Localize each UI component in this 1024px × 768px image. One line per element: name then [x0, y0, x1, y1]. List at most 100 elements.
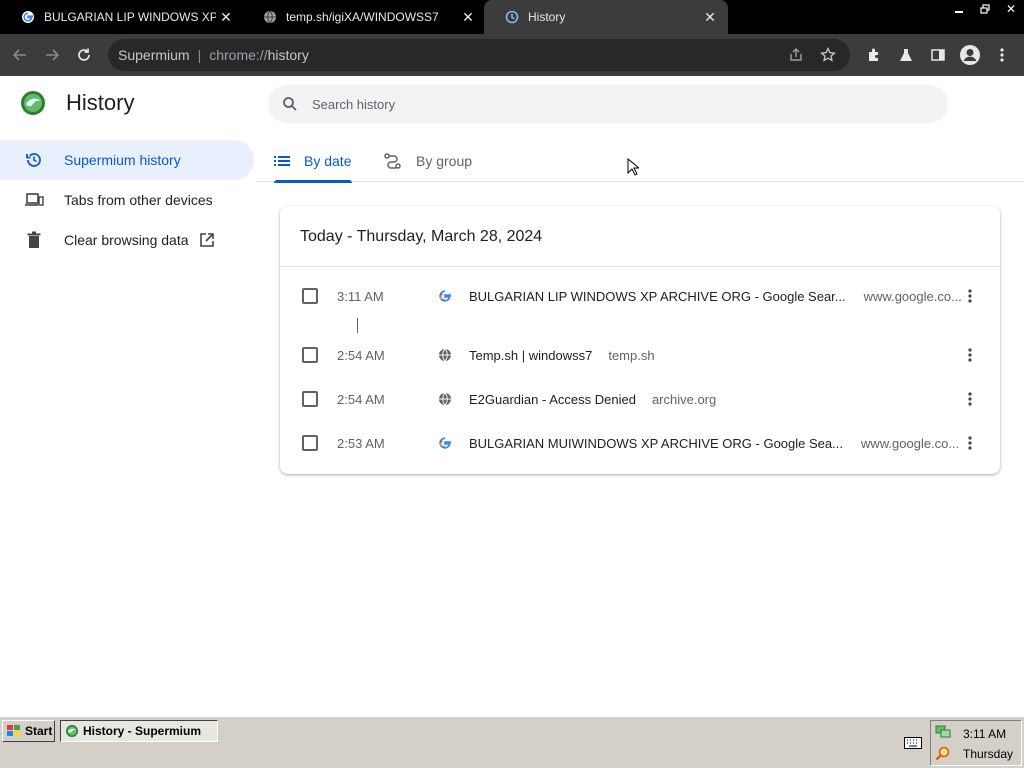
menu-kebab-icon[interactable]: [986, 34, 1018, 76]
forward-button[interactable]: [36, 39, 68, 71]
entry-domain: archive.org: [651, 391, 717, 407]
entry-title[interactable]: BULGARIAN LIP WINDOWS XP ARCHIVE ORG - G…: [469, 289, 962, 304]
history-row[interactable]: 2:54 AM E2Guardian - Access Denied archiv…: [280, 377, 1000, 421]
day-header: Today - Thursday, March 28, 2024: [300, 228, 543, 245]
windows-logo-icon: [7, 725, 20, 736]
supermium-logo-icon: [21, 91, 45, 115]
history-icon: [504, 9, 520, 25]
view-tabs: By date By group: [256, 140, 1024, 183]
clock-day: Thursday: [963, 747, 1014, 761]
share-icon[interactable]: [780, 39, 812, 71]
toolbar: Supermium | chrome://history: [0, 34, 1024, 76]
entry-domain: www.google.co...: [863, 288, 962, 304]
keyboard-icon[interactable]: [904, 737, 922, 749]
tab-title: temp.sh/igiXA/WINDOWSS7: [286, 10, 439, 24]
arrow-left-icon: [12, 49, 26, 61]
history-row[interactable]: 2:54 AM Temp.sh | windowss7 temp.sh: [280, 333, 1000, 377]
entry-title[interactable]: Temp.sh | windowss7 temp.sh: [469, 348, 655, 363]
sidebar-item-label: Clear browsing data: [64, 232, 189, 248]
tab-by-group[interactable]: By group: [384, 140, 472, 182]
close-icon[interactable]: ✕: [216, 7, 236, 27]
extensions-icon[interactable]: [858, 34, 890, 76]
start-button[interactable]: Start: [2, 720, 55, 742]
more-actions-icon[interactable]: [960, 389, 980, 409]
entry-domain: temp.sh: [608, 347, 655, 363]
history-row[interactable]: 3:11 AM BULGARIAN LIP WINDOWS XP ARCHIVE…: [280, 274, 1000, 318]
group-icon: [384, 153, 402, 169]
supermium-logo-icon: [66, 725, 78, 737]
text-cursor: [357, 318, 358, 333]
taskbar-item-history[interactable]: History - Supermium: [60, 720, 218, 742]
system-tray: 3:11 AM Thursday: [930, 720, 1022, 766]
entry-title[interactable]: E2Guardian - Access Denied archive.org: [469, 392, 716, 407]
sidebar-item-label: Supermium history: [64, 152, 181, 168]
open-external-icon: [199, 232, 215, 248]
entry-time: 2:54 AM: [337, 391, 385, 407]
task-label: History - Supermium: [83, 724, 202, 738]
divider: [280, 266, 1000, 267]
minimize-icon[interactable]: [946, 0, 972, 18]
address-bar[interactable]: Supermium | chrome://history: [108, 39, 850, 71]
restore-icon[interactable]: [972, 0, 998, 18]
more-actions-icon[interactable]: [960, 433, 980, 453]
mouse-cursor-icon: [627, 158, 639, 176]
history-card: Today - Thursday, March 28, 2024 3:11 AM…: [280, 206, 1000, 474]
history-page: History Supermium history Tabs from othe…: [0, 76, 1024, 716]
tab-by-date[interactable]: By date: [274, 140, 353, 183]
select-checkbox[interactable]: [302, 347, 318, 363]
globe-icon: [437, 347, 453, 363]
window-controls: ✕: [946, 0, 1024, 18]
history-row[interactable]: 2:53 AM BULGARIAN MUIWINDOWS XP ARCHIVE …: [280, 421, 1000, 465]
select-checkbox[interactable]: [302, 391, 318, 407]
globe-icon: [262, 9, 278, 25]
address-separator: |: [197, 47, 202, 63]
google-icon: [437, 435, 453, 451]
reload-icon: [78, 48, 90, 61]
close-icon[interactable]: ✕: [700, 7, 720, 27]
select-checkbox[interactable]: [302, 435, 318, 451]
close-window-icon[interactable]: ✕: [998, 0, 1024, 18]
tab-google-search[interactable]: BULGARIAN LIP WINDOWS XP ARCHIVE ORG - G…: [0, 0, 244, 34]
entry-time: 2:53 AM: [337, 435, 385, 451]
devices-icon: [24, 190, 44, 210]
clock-time: 3:11 AM: [963, 727, 1007, 741]
globe-icon: [437, 391, 453, 407]
taskbar: Start History - Supermium 3:11 AM Thursd…: [0, 716, 1024, 768]
reload-button[interactable]: [68, 39, 100, 71]
list-icon: [274, 154, 290, 168]
tab-title: BULGARIAN LIP WINDOWS XP ARCHIVE ORG - G…: [44, 10, 216, 24]
select-checkbox[interactable]: [302, 288, 318, 304]
url-text: chrome://history: [209, 47, 309, 63]
entry-domain: www.google.co...: [860, 435, 960, 451]
page-title: History: [66, 90, 135, 115]
tab-label: By group: [416, 153, 473, 169]
back-button[interactable]: [4, 39, 36, 71]
tab-temp-sh[interactable]: temp.sh/igiXA/WINDOWSS7 ✕: [242, 0, 486, 34]
search-input[interactable]: [312, 96, 912, 112]
sidebar-item-tabs-other-devices[interactable]: Tabs from other devices: [0, 180, 254, 220]
tab-label: By date: [304, 153, 352, 169]
trash-icon: [24, 230, 44, 250]
tab-history[interactable]: History ✕: [484, 0, 728, 34]
bookmark-star-icon[interactable]: [812, 39, 844, 71]
sidebar-item-clear-browsing-data[interactable]: Clear browsing data: [0, 220, 254, 260]
more-actions-icon[interactable]: [960, 286, 980, 306]
more-actions-icon[interactable]: [960, 345, 980, 365]
network-icon[interactable]: [935, 725, 951, 739]
search-icon: [268, 96, 312, 112]
tab-title: History: [528, 10, 566, 24]
labs-flask-icon[interactable]: [890, 34, 922, 76]
search-bar[interactable]: [268, 85, 948, 123]
tab-strip: BULGARIAN LIP WINDOWS XP ARCHIVE ORG - G…: [0, 0, 1024, 34]
profile-avatar-icon[interactable]: [954, 34, 986, 76]
start-label: Start: [25, 724, 53, 738]
sidebar-item-label: Tabs from other devices: [64, 192, 213, 208]
site-name: Supermium: [118, 47, 190, 63]
arrow-right-icon: [46, 49, 60, 61]
side-panel-icon[interactable]: [922, 34, 954, 76]
history-icon: [24, 150, 44, 170]
entry-title[interactable]: BULGARIAN MUIWINDOWS XP ARCHIVE ORG - Go…: [469, 436, 959, 451]
sidebar-item-supermium-history[interactable]: Supermium history: [0, 140, 254, 180]
search-magnifier-icon[interactable]: [935, 746, 951, 762]
close-icon[interactable]: ✕: [458, 7, 478, 27]
